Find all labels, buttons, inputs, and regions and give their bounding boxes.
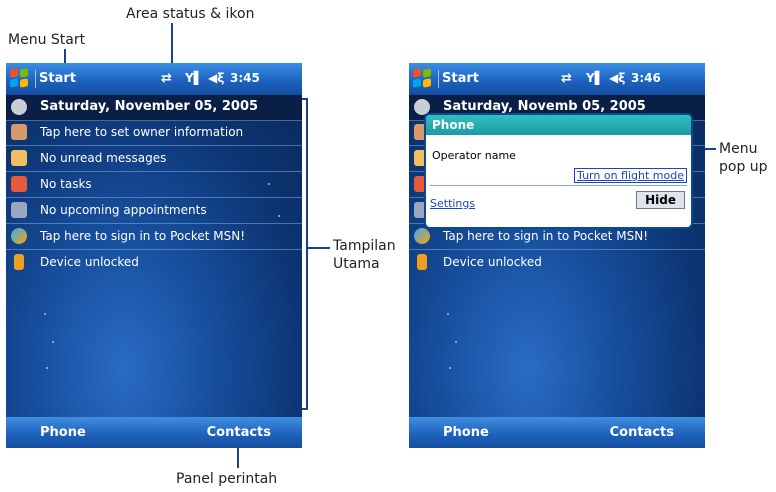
settings-link[interactable]: Settings (430, 197, 475, 210)
today-screen: Saturday, November 05, 2005 Tap here to … (6, 95, 302, 417)
leader-line-panel (237, 448, 239, 468)
phone-popup-menu: Phone Operator name Turn on flight mode … (424, 113, 693, 229)
sparkle-decor (455, 341, 457, 343)
sync-icon[interactable]: ⇄ (161, 71, 172, 86)
date-text: Saturday, Novemb 05, 2005 (443, 99, 646, 114)
owner-info-row[interactable]: Tap here to set owner information (6, 120, 302, 146)
tasks-icon (11, 176, 27, 192)
contacts-softkey[interactable]: Contacts (610, 425, 674, 440)
phone-softkey[interactable]: Phone (40, 425, 86, 440)
unlock-icon (14, 254, 24, 270)
title-bar: Start ⇄ Y▌ ◀ξ 3:45 (6, 63, 302, 95)
title-bar: Start ⇄ Y▌ ◀ξ 3:46 (409, 63, 705, 95)
msn-text: Tap here to sign in to Pocket MSN! (40, 229, 246, 243)
sparkle-decor (278, 215, 280, 217)
signal-icon[interactable]: Y▌ (185, 71, 203, 85)
calendar-icon (11, 202, 27, 218)
right-phone-screen: Start ⇄ Y▌ ◀ξ 3:46 Saturday, Novemb 05, … (409, 63, 705, 448)
device-lock-row[interactable]: Device unlocked (6, 250, 302, 275)
appointments-row[interactable]: No upcoming appointments (6, 198, 302, 224)
device-lock-text: Device unlocked (40, 255, 139, 269)
clock-time[interactable]: 3:45 (230, 71, 260, 85)
date-row[interactable]: Saturday, November 05, 2005 (6, 95, 302, 121)
popup-header: Phone (426, 115, 691, 135)
messages-text: No unread messages (40, 151, 167, 165)
tasks-row[interactable]: No tasks (6, 172, 302, 198)
label-menu-start: Menu Start (8, 32, 86, 48)
label-tampilan-utama: Tampilan Utama (333, 238, 396, 272)
bracket-vertical (306, 98, 308, 410)
sparkle-decor (52, 341, 54, 343)
device-lock-row[interactable]: Device unlocked (409, 250, 705, 275)
messages-row[interactable]: No unread messages (6, 146, 302, 172)
left-phone-screen: Start ⇄ Y▌ ◀ξ 3:45 Saturday, November 05… (6, 63, 302, 448)
sparkle-decor (46, 367, 48, 369)
volume-icon[interactable]: ◀ξ (609, 71, 625, 85)
title-separator (438, 70, 439, 88)
volume-icon[interactable]: ◀ξ (208, 71, 224, 85)
msn-butterfly-icon (414, 228, 430, 244)
sparkle-decor (449, 367, 451, 369)
sparkle-decor (268, 183, 270, 185)
unlock-icon (417, 254, 427, 270)
device-lock-text: Device unlocked (443, 255, 542, 269)
start-menu-button[interactable]: Start (39, 71, 76, 86)
popup-title: Phone (432, 118, 475, 132)
hide-button[interactable]: Hide (636, 191, 685, 209)
windows-logo-icon[interactable] (10, 68, 32, 89)
label-panel-perintah: Panel perintah (176, 471, 278, 487)
start-menu-button[interactable]: Start (442, 71, 479, 86)
label-area-status: Area status & ikon (126, 6, 255, 22)
status-area[interactable]: ⇄ Y▌ ◀ξ 3:45 (161, 71, 301, 87)
contacts-softkey[interactable]: Contacts (207, 425, 271, 440)
clock-time[interactable]: 3:46 (631, 71, 661, 85)
label-menu-popup: Menu pop up (719, 141, 768, 175)
phone-softkey[interactable]: Phone (443, 425, 489, 440)
command-panel: Phone Contacts (409, 417, 705, 448)
sync-icon[interactable]: ⇄ (561, 71, 572, 86)
bracket-connector (306, 247, 330, 249)
operator-name: Operator name (432, 149, 516, 162)
msn-butterfly-icon (11, 228, 27, 244)
title-separator (35, 70, 36, 88)
msn-text: Tap here to sign in to Pocket MSN! (443, 229, 649, 243)
sparkle-decor (447, 313, 449, 315)
popup-divider (430, 185, 687, 186)
status-area[interactable]: ⇄ Y▌ ◀ξ 3:46 (561, 71, 701, 87)
messages-icon (11, 150, 27, 166)
signal-icon[interactable]: Y▌ (586, 71, 604, 85)
date-text: Saturday, November 05, 2005 (40, 99, 259, 114)
owner-icon (11, 124, 27, 140)
clock-icon (11, 99, 27, 115)
sparkle-decor (44, 313, 46, 315)
command-panel: Phone Contacts (6, 417, 302, 448)
tasks-text: No tasks (40, 177, 92, 191)
owner-info-text: Tap here to set owner information (40, 125, 244, 139)
appointments-text: No upcoming appointments (40, 203, 207, 217)
msn-row[interactable]: Tap here to sign in to Pocket MSN! (6, 224, 302, 250)
flight-mode-link[interactable]: Turn on flight mode (574, 168, 687, 183)
windows-logo-icon[interactable] (413, 68, 435, 89)
